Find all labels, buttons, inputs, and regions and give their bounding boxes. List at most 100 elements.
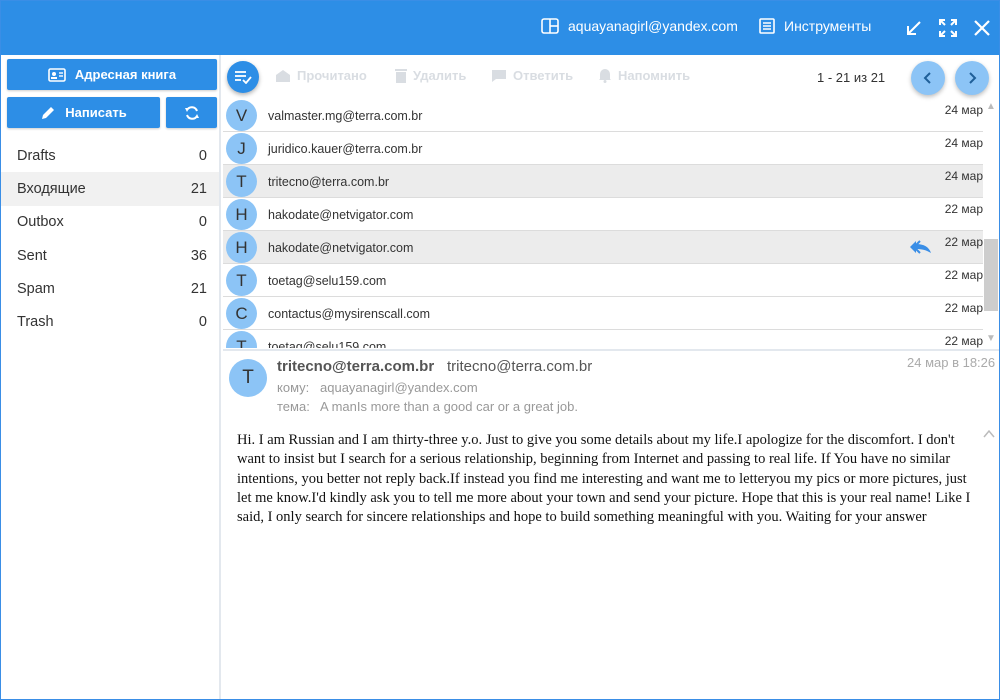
message-date: 22 мар <box>944 301 983 315</box>
refresh-icon <box>184 105 199 120</box>
folder-name: Sent <box>17 247 47 264</box>
mark-read-button[interactable]: Прочитано <box>275 68 367 83</box>
avatar: T <box>226 331 257 348</box>
avatar: T <box>226 166 257 197</box>
chevron-right-icon <box>969 72 977 84</box>
address-book-label: Адресная книга <box>74 67 177 82</box>
sender-avatar: T <box>229 359 267 397</box>
select-menu-button[interactable] <box>227 61 259 93</box>
tools-icon <box>759 18 775 34</box>
avatar: H <box>226 199 257 230</box>
folder-trash[interactable]: Trash 0 <box>1 305 219 338</box>
folder-name: Trash <box>17 314 54 331</box>
body-scroll-up-icon[interactable] <box>983 429 995 439</box>
list-check-icon <box>235 71 252 84</box>
folder-count: 0 <box>198 214 207 231</box>
subject-line: тема: A manIs more than a good car or a g… <box>277 399 578 414</box>
recipient-line: кому: aquayanagirl@yandex.com <box>277 380 478 395</box>
message-row[interactable]: H hakodate@netvigator.com 22 мар <box>223 198 983 231</box>
folder-drafts[interactable]: Drafts 0 <box>1 139 219 172</box>
folder-inbox[interactable]: Входящие 21 <box>1 172 219 206</box>
folder-list: Drafts 0 Входящие 21 Outbox 0 Sent 36 Sp… <box>1 139 219 339</box>
bell-icon <box>599 69 611 83</box>
tools-button[interactable]: Инструменты <box>759 18 871 34</box>
delete-label: Удалить <box>413 68 467 83</box>
tools-label: Инструменты <box>784 18 872 34</box>
mark-read-label: Прочитано <box>297 68 367 83</box>
address-book-icon <box>48 67 66 82</box>
minimize-icon <box>907 21 921 35</box>
message-row[interactable]: T toetag@selu159.com 22 мар <box>223 264 983 297</box>
reply-button[interactable]: Ответить <box>491 68 573 83</box>
maximize-button[interactable] <box>939 19 957 37</box>
folder-sent[interactable]: Sent 36 <box>1 239 219 272</box>
folder-count: 0 <box>198 147 207 164</box>
reply-label: Ответить <box>513 68 574 83</box>
folder-name: Входящие <box>17 180 86 197</box>
message-row-hovered[interactable]: H hakodate@netvigator.com 22 мар <box>223 231 983 264</box>
envelope-open-icon <box>276 69 290 82</box>
close-icon <box>974 20 990 36</box>
folder-outbox[interactable]: Outbox 0 <box>1 206 219 239</box>
message-sender: toetag@selu159.com <box>268 340 387 348</box>
message-row[interactable]: T toetag@selu159.com 22 мар <box>223 330 983 348</box>
avatar: T <box>226 265 257 296</box>
remind-label: Напомнить <box>618 68 691 83</box>
remind-button[interactable]: Напомнить <box>598 68 690 83</box>
account-email: aquayanagirl@yandex.com <box>568 18 738 34</box>
sidebar: Адресная книга Написать Drafts 0 Входящи… <box>1 55 221 699</box>
delete-button[interactable]: Удалить <box>395 68 466 83</box>
avatar: H <box>226 232 257 263</box>
message-date: 24 мар <box>944 169 983 183</box>
message-body: Hi. I am Russian and I am thirty-three y… <box>237 432 971 526</box>
message-list-scrollbar[interactable]: ▲ ▼ <box>983 99 999 348</box>
message-sender: tritecno@terra.com.br <box>268 175 390 189</box>
address-book-button[interactable]: Адресная книга <box>7 59 217 90</box>
compose-button[interactable]: Написать <box>7 97 160 128</box>
pagination-text: 1 - 21 из 21 <box>817 70 886 85</box>
pencil-icon <box>42 106 55 119</box>
message-row[interactable]: V valmaster.mg@terra.com.br 24 мар <box>223 99 983 132</box>
message-sender: contactus@mysirenscall.com <box>268 307 431 321</box>
folder-name: Drafts <box>17 147 56 164</box>
subject-value: A manIs more than a good car or a great … <box>320 399 578 414</box>
close-button[interactable] <box>973 19 991 37</box>
message-sender: valmaster.mg@terra.com.br <box>268 109 423 123</box>
message-date: 22 мар <box>944 334 983 348</box>
scroll-down-icon[interactable]: ▼ <box>986 333 996 344</box>
message-date: 24 мар <box>944 103 983 117</box>
mail-app-window: aquayanagirl@yandex.com Инструменты Адре… <box>0 0 1000 700</box>
folder-count: 36 <box>190 247 207 264</box>
account-button[interactable]: aquayanagirl@yandex.com <box>541 18 738 34</box>
maximize-icon <box>939 19 957 37</box>
scroll-up-icon[interactable]: ▲ <box>986 101 996 112</box>
message-list: V valmaster.mg@terra.com.br 24 мар J jur… <box>223 99 983 348</box>
folder-count: 0 <box>198 314 207 331</box>
replied-icon <box>910 240 931 254</box>
message-sender: hakodate@netvigator.com <box>268 208 414 222</box>
message-date: 22 мар <box>944 268 983 282</box>
previous-page-button[interactable] <box>911 61 945 95</box>
message-row[interactable]: J juridico.kauer@terra.com.br 24 мар <box>223 132 983 165</box>
message-date: 22 мар <box>944 235 983 249</box>
message-row-selected[interactable]: T tritecno@terra.com.br 24 мар <box>223 165 983 198</box>
message-sender: toetag@selu159.com <box>268 274 387 288</box>
avatar: C <box>226 298 257 329</box>
minimize-button[interactable] <box>905 19 923 37</box>
folder-spam[interactable]: Spam 21 <box>1 272 219 305</box>
scrollbar-thumb[interactable] <box>984 239 998 311</box>
top-bar: aquayanagirl@yandex.com Инструменты <box>1 1 999 55</box>
next-page-button[interactable] <box>955 61 989 95</box>
folder-count: 21 <box>190 180 207 197</box>
message-sender: hakodate@netvigator.com <box>268 241 414 255</box>
sender-address: tritecno@terra.com.br <box>447 358 593 375</box>
chat-icon <box>492 69 506 82</box>
avatar: J <box>226 133 257 164</box>
message-date: 22 мар <box>944 202 983 216</box>
message-date: 24 мар <box>944 136 983 150</box>
account-icon <box>541 18 559 34</box>
refresh-button[interactable] <box>166 97 217 128</box>
message-datetime: 24 мар в 18:26 <box>907 355 996 370</box>
message-row[interactable]: C contactus@mysirenscall.com 22 мар <box>223 297 983 330</box>
sender-name: tritecno@terra.com.br <box>277 358 435 375</box>
